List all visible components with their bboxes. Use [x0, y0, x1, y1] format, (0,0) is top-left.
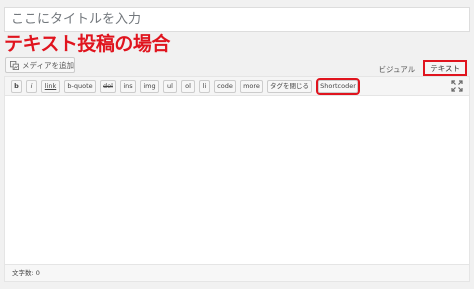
word-count: 文字数: 0	[12, 269, 40, 277]
qt-ins-button[interactable]: ins	[120, 80, 136, 93]
text-editor: b i link b-quote del ins img ul ol li co…	[4, 76, 470, 282]
qt-more-button[interactable]: more	[240, 80, 263, 93]
qt-italic-button[interactable]: i	[26, 80, 37, 93]
qt-del-button[interactable]: del	[100, 80, 116, 93]
fullscreen-icon[interactable]	[451, 80, 463, 92]
qt-shortcoder-button[interactable]: Shortcoder	[316, 78, 360, 95]
tab-text[interactable]: テキスト	[423, 60, 467, 76]
annotation-label: テキスト投稿の場合	[4, 33, 170, 55]
tab-visual[interactable]: ビジュアル	[372, 63, 421, 76]
editor-tabs: ビジュアル テキスト	[372, 60, 467, 76]
add-media-label: メディアを追加	[22, 60, 74, 70]
qt-ol-button[interactable]: ol	[181, 80, 195, 93]
editor-textarea[interactable]	[5, 97, 469, 264]
qt-li-button[interactable]: li	[199, 80, 210, 93]
qt-close-tags-button[interactable]: タグを閉じる	[267, 80, 312, 93]
media-icon	[10, 60, 19, 70]
qt-bold-button[interactable]: b	[11, 80, 22, 93]
qt-blockquote-button[interactable]: b-quote	[64, 80, 96, 93]
status-bar: 文字数: 0	[5, 264, 469, 281]
add-media-button[interactable]: メディアを追加	[5, 57, 75, 73]
qt-link-button[interactable]: link	[41, 80, 60, 93]
post-title-input[interactable]: ここにタイトルを入力	[4, 7, 470, 32]
qt-img-button[interactable]: img	[140, 80, 159, 93]
quicktags-toolbar: b i link b-quote del ins img ul ol li co…	[5, 77, 469, 96]
qt-ul-button[interactable]: ul	[163, 80, 177, 93]
qt-code-button[interactable]: code	[214, 80, 236, 93]
